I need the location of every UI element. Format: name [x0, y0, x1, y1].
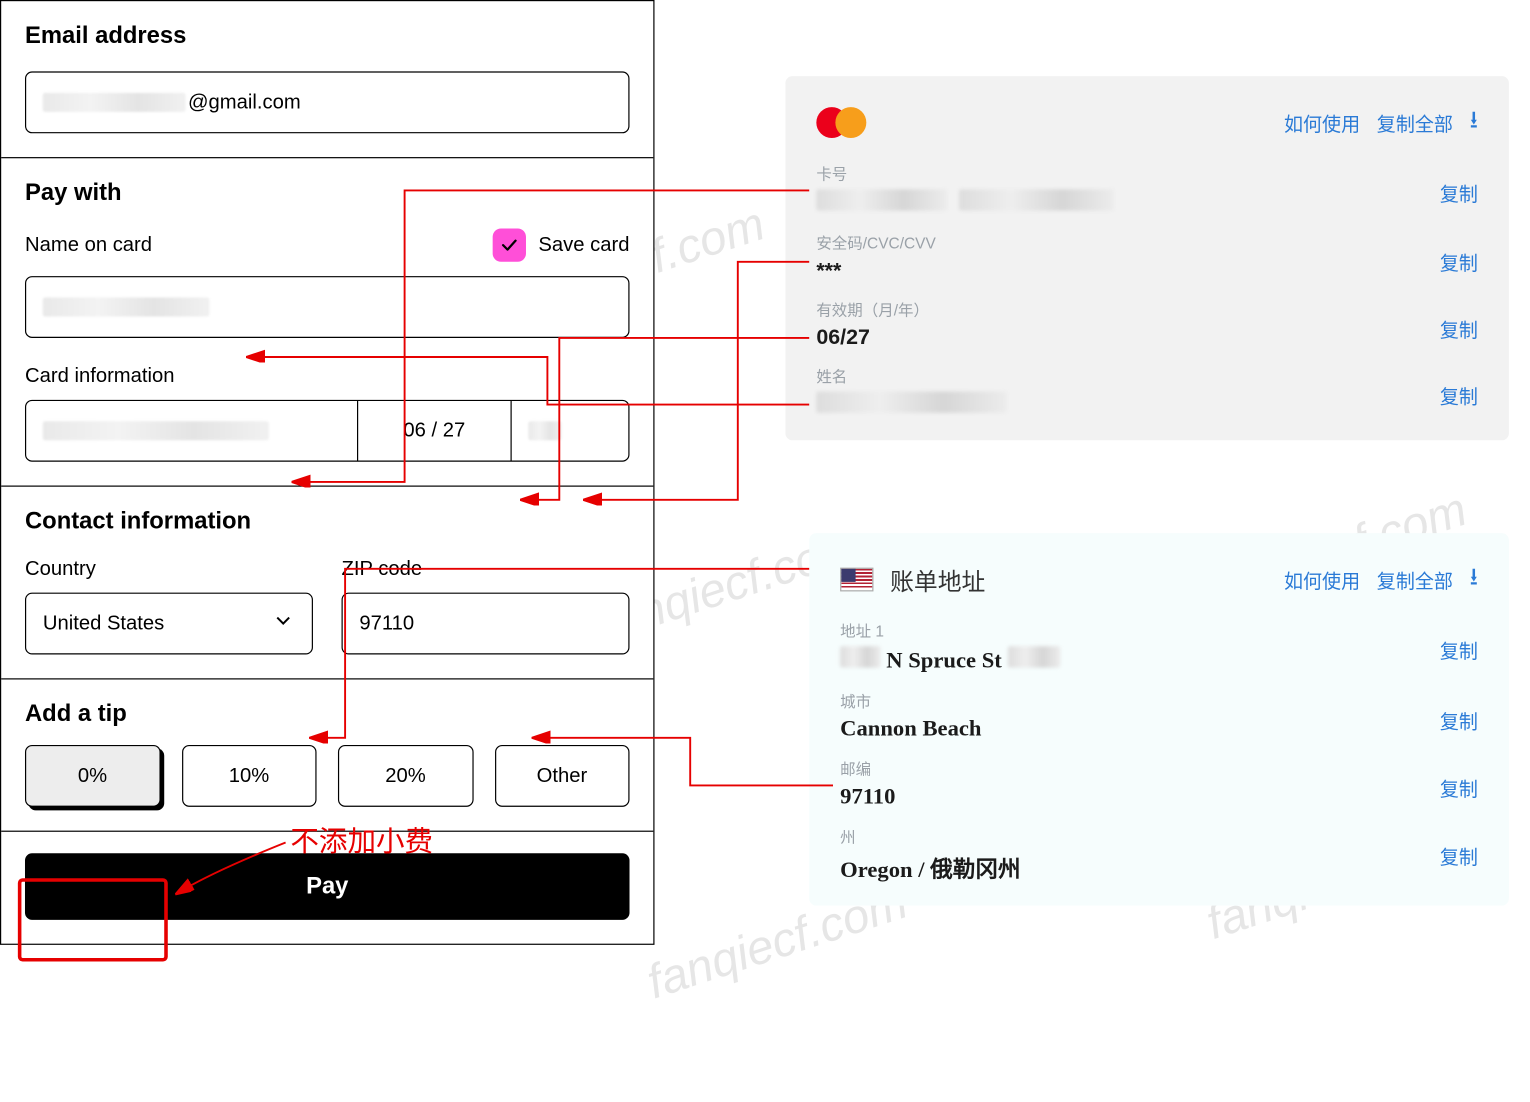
save-card-toggle[interactable]: Save card	[493, 228, 629, 261]
billing-address-panel: 账单地址 如何使用 复制全部 ⭳ 地址 1 N Spruce St 复制 城市 …	[809, 533, 1509, 905]
pay-button[interactable]: Pay	[25, 853, 630, 920]
city-value: Cannon Beach	[840, 716, 1478, 742]
tip-label: Add a tip	[25, 701, 630, 728]
addr-zip-row: 邮编 97110 复制	[840, 757, 1478, 811]
addr-how-to-use-link[interactable]: 如何使用	[1284, 565, 1360, 594]
save-card-text: Save card	[538, 233, 629, 257]
contact-section: Contact information Country United State…	[1, 487, 653, 680]
billing-address-title: 账单地址	[890, 562, 985, 597]
copy-expiry[interactable]: 复制	[1440, 314, 1478, 343]
tip-option-20[interactable]: 20%	[338, 745, 473, 807]
pay-with-section: Pay with Name on card Save card Card inf…	[1, 158, 653, 486]
name-on-card-field[interactable]	[25, 276, 630, 338]
name-on-card-masked	[43, 298, 210, 317]
state-label: 州	[840, 825, 1478, 848]
cardholder-row: 姓名 复制	[816, 364, 1478, 419]
zip-label: ZIP code	[342, 557, 630, 581]
card-info-field: 06 / 27	[25, 400, 630, 462]
country-select[interactable]: United States	[25, 593, 313, 655]
how-to-use-link[interactable]: 如何使用	[1284, 108, 1360, 137]
copy-cvv[interactable]: 复制	[1440, 248, 1478, 277]
copy-all-link[interactable]: 复制全部	[1377, 108, 1453, 137]
cardholder-label: 姓名	[816, 364, 1478, 387]
tip-option-0[interactable]: 0%	[25, 745, 160, 807]
addr-zip-value: 97110	[840, 784, 1478, 810]
state-value: Oregon / 俄勒冈州	[840, 852, 1478, 884]
copy-addr-zip[interactable]: 复制	[1440, 774, 1478, 803]
card-number-row: 卡号 复制	[816, 162, 1478, 217]
addr1-row: 地址 1 N Spruce St 复制	[840, 619, 1478, 675]
tip-option-10[interactable]: 10%	[181, 745, 316, 807]
city-label: 城市	[840, 689, 1478, 712]
tip-option-other[interactable]: Other	[494, 745, 629, 807]
check-icon	[499, 234, 520, 255]
expiry-value: 06/27	[816, 325, 1478, 350]
country-value: United States	[43, 612, 164, 636]
pay-with-label: Pay with	[25, 180, 630, 207]
cvv-label: 安全码/CVC/CVV	[816, 231, 1478, 254]
tip-section: Add a tip 0% 10% 20% Other	[1, 679, 653, 831]
addr1-label: 地址 1	[840, 619, 1478, 642]
email-field[interactable]: @gmail.com	[25, 71, 630, 133]
addr1-mid: N Spruce St	[886, 649, 1002, 674]
state-row: 州 Oregon / 俄勒冈州 复制	[840, 825, 1478, 885]
addr-zip-label: 邮编	[840, 757, 1478, 780]
download-icon[interactable]: ⭳	[1470, 102, 1478, 142]
pay-section: Pay	[1, 832, 653, 944]
email-masked	[43, 93, 186, 112]
addr-copy-all-link[interactable]: 复制全部	[1377, 565, 1453, 594]
card-cvc-input[interactable]	[512, 401, 629, 461]
email-section: Email address @gmail.com	[1, 1, 653, 158]
copy-city[interactable]: 复制	[1440, 706, 1478, 735]
name-on-card-label: Name on card	[25, 233, 152, 257]
zip-value: 97110	[359, 612, 414, 636]
card-info-label: Card information	[25, 364, 630, 388]
card-number-label: 卡号	[816, 162, 1478, 185]
us-flag-icon	[840, 568, 873, 592]
card-number-input[interactable]	[26, 401, 358, 461]
copy-card-number[interactable]: 复制	[1440, 179, 1478, 208]
save-card-checkbox[interactable]	[493, 228, 526, 261]
copy-addr1[interactable]: 复制	[1440, 635, 1478, 664]
zip-field[interactable]: 97110	[342, 593, 630, 655]
card-number-masked	[43, 421, 269, 440]
expiry-label: 有效期（月/年）	[816, 298, 1478, 321]
email-label: Email address	[25, 23, 630, 50]
expiry-row: 有效期（月/年） 06/27 复制	[816, 298, 1478, 350]
checkout-form: Email address @gmail.com Pay with Name o…	[0, 0, 655, 945]
addr-download-icon[interactable]: ⭳	[1470, 559, 1478, 599]
mastercard-icon	[816, 107, 866, 138]
card-info-panel: 如何使用 复制全部 ⭳ 卡号 复制 安全码/CVC/CVV *** 复制 有效期…	[785, 76, 1509, 440]
card-cvc-masked	[528, 421, 561, 440]
copy-cardholder[interactable]: 复制	[1440, 381, 1478, 410]
card-expiry-input[interactable]: 06 / 27	[358, 401, 512, 461]
copy-state[interactable]: 复制	[1440, 841, 1478, 870]
email-suffix: @gmail.com	[188, 90, 301, 114]
chevron-down-icon	[271, 609, 295, 639]
contact-label: Contact information	[25, 508, 630, 535]
cvv-row: 安全码/CVC/CVV *** 复制	[816, 231, 1478, 283]
country-label: Country	[25, 557, 313, 581]
city-row: 城市 Cannon Beach 复制	[840, 689, 1478, 743]
cvv-value: ***	[816, 258, 1478, 283]
